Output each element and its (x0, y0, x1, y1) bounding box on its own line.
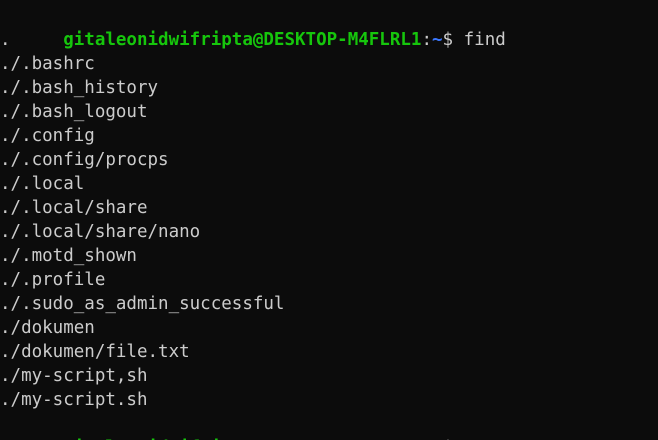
prompt-path: ~ (432, 30, 443, 50)
terminal-window[interactable]: gitaleonidwifripta@DESKTOP-M4FLRL1:~$ fi… (0, 0, 658, 440)
output-line: ./.bashrc (0, 54, 95, 74)
output-line: ./.bash_history (0, 78, 159, 98)
command-text: find (463, 30, 506, 50)
output-line: ./.local/share/nano (0, 222, 201, 242)
output-line: ./.motd_shown (0, 246, 137, 266)
output-line: ./.bash_logout (0, 102, 148, 122)
output-line: ./dokumen/file.txt (0, 342, 190, 362)
output-line: ./.local/share (0, 198, 148, 218)
output-line: ./dokumen (0, 318, 95, 338)
output-line: ./.profile (0, 270, 106, 290)
prompt-separator: : (421, 30, 432, 50)
output-line: ./.local (0, 174, 85, 194)
output-line: ./my-script.sh (0, 390, 148, 410)
terminal-output: gitaleonidwifripta@DESKTOP-M4FLRL1:~$ fi… (0, 4, 658, 440)
prompt-symbol: $ (442, 30, 454, 50)
prompt-line: gitaleonidwifripta@DESKTOP-M4FLRL1:~$ fi… (0, 4, 658, 50)
output-line: ./.config (0, 126, 95, 146)
output-line: ./.config/procps (0, 150, 169, 170)
prompt-user-host: gitaleonidwifripta@DESKTOP-M4FLRL1 (63, 30, 422, 50)
output-line: ./.sudo_as_admin_successful (0, 294, 285, 314)
prompt-line-active[interactable]: gitaleonidwifripta@DESKTOP-M4FLRL1:~$ (0, 412, 658, 440)
output-line: ./my-script,sh (0, 366, 148, 386)
